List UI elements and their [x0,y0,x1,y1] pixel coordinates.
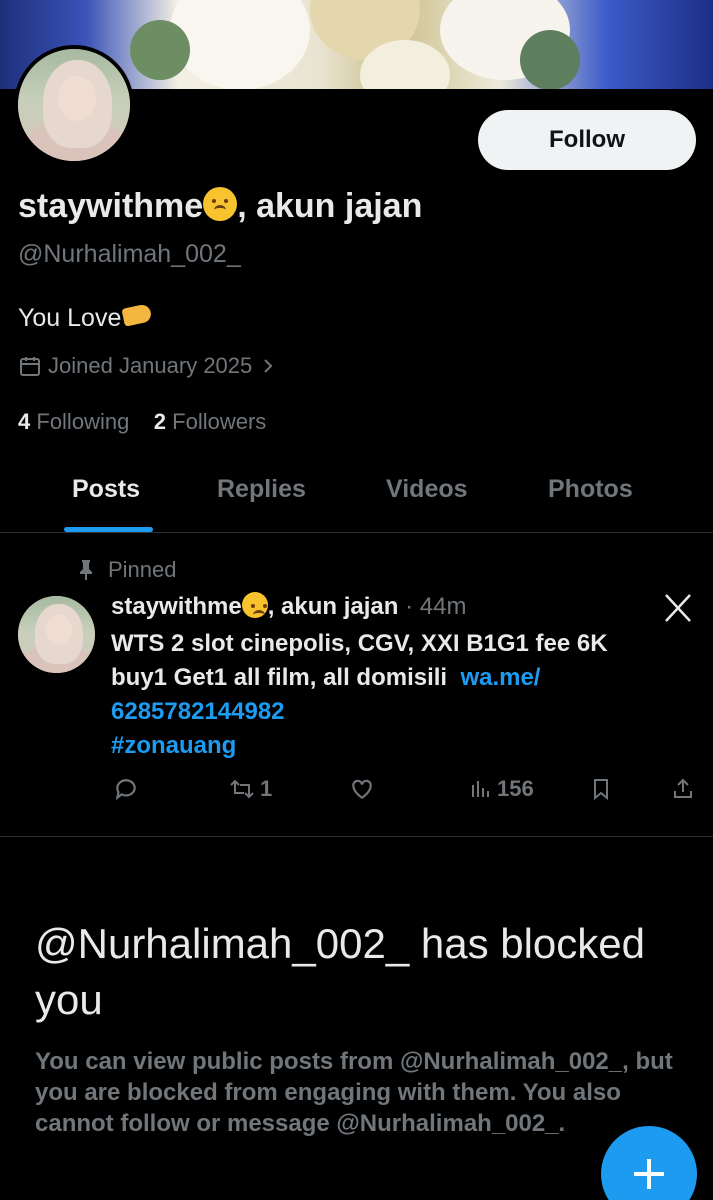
post-timestamp: · 44m [405,593,467,620]
profile-avatar[interactable] [14,45,134,165]
pin-icon [80,560,92,580]
views-button[interactable]: 156 [469,776,534,802]
follow-button[interactable]: Follow [478,110,696,170]
profile-tabs: Posts Replies Videos Photos [0,460,713,533]
plus-icon [634,1159,664,1189]
upside-down-face-emoji-icon [241,592,268,618]
reply-button[interactable] [113,776,139,802]
blocked-message-title: @Nurhalimah_002_ has blocked you [35,920,646,1023]
active-tab-indicator [64,527,153,532]
chevron-right-icon [264,359,273,373]
pointing-hand-emoji-icon [121,303,153,327]
like-button[interactable] [349,776,375,802]
calendar-icon [20,357,40,376]
profile-bio: You Love [18,303,153,333]
repost-button[interactable]: 1 [228,776,272,802]
post-actions: 1 156 [111,776,701,808]
joined-date-row[interactable]: Joined January 2025 [18,353,278,379]
repost-icon [230,779,254,799]
heart-icon [352,779,372,799]
post-header[interactable]: staywithme, akun jajan · 44m [111,592,466,621]
tab-replies[interactable]: Replies [217,475,306,504]
section-divider [0,836,713,837]
followers-stat[interactable]: 2 Followers [154,409,267,434]
bookmark-button[interactable] [589,776,613,802]
blocked-message-description: You can view public posts from @Nurhalim… [35,1048,673,1137]
bookmark-icon [594,779,608,801]
post-author-avatar[interactable] [18,596,95,673]
x-logo-icon [665,594,691,622]
post-text[interactable]: WTS 2 slot cinepolis, CGV, XXI B1G1 fee … [111,627,701,763]
tab-posts[interactable]: Posts [72,475,140,504]
profile-display-name: staywithme, akun jajan [18,187,423,225]
upside-down-face-emoji-icon [203,187,238,221]
pinned-indicator: Pinned [76,557,177,583]
post-hashtag[interactable]: #zonauang [111,732,236,759]
tab-photos[interactable]: Photos [548,475,633,504]
profile-handle: @Nurhalimah_002_ [18,240,241,268]
share-button[interactable] [671,776,695,802]
tab-videos[interactable]: Videos [386,475,468,504]
share-icon [674,778,692,798]
following-stat[interactable]: 4 Following [18,409,129,434]
reply-icon [115,779,136,801]
follow-stats: 4 Following 2 Followers [18,409,266,435]
analytics-icon [472,781,489,797]
